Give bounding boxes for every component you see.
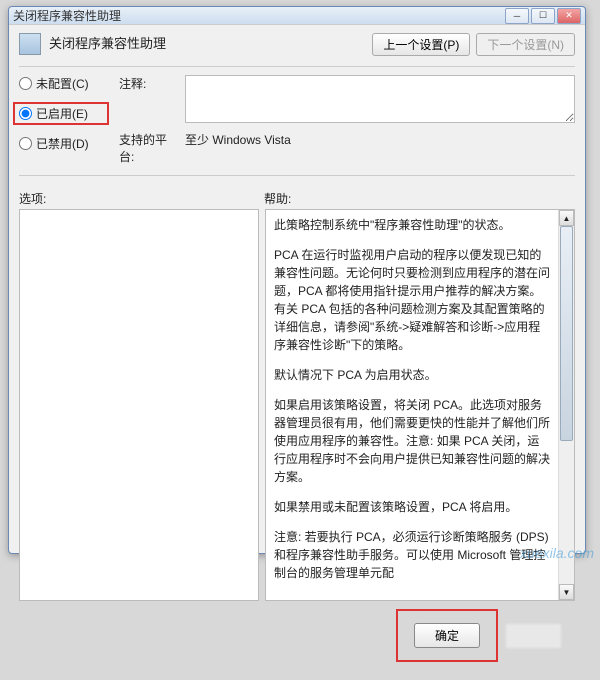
nav-buttons: 上一个设置(P) 下一个设置(N) xyxy=(372,33,575,56)
prev-setting-button[interactable]: 上一个设置(P) xyxy=(372,33,470,56)
help-p3: 默认情况下 PCA 为启用状态。 xyxy=(274,366,550,384)
help-p5: 如果禁用或未配置该策略设置，PCA 将启用。 xyxy=(274,498,550,516)
radio-not-configured-input[interactable] xyxy=(19,77,32,90)
panes: 此策略控制系统中"程序兼容性助理"的状态。 PCA 在运行时监视用户启动的程序以… xyxy=(19,209,575,601)
comment-label: 注释: xyxy=(119,75,179,92)
help-p4: 如果启用该策略设置，将关闭 PCA。此选项对服务器管理员很有用，他们需要更快的性… xyxy=(274,396,550,486)
divider xyxy=(19,175,575,176)
page-title: 关闭程序兼容性助理 xyxy=(49,33,364,52)
help-text: 此策略控制系统中"程序兼容性助理"的状态。 PCA 在运行时监视用户启动的程序以… xyxy=(266,210,558,600)
footer: 确定 xyxy=(19,601,575,672)
window-title: 关闭程序兼容性助理 xyxy=(13,7,505,24)
scroll-track[interactable] xyxy=(559,226,574,584)
help-scrollbar[interactable]: ▲ ▼ xyxy=(558,210,574,600)
help-pane: 此策略控制系统中"程序兼容性助理"的状态。 PCA 在运行时监视用户启动的程序以… xyxy=(265,209,575,601)
scroll-up-button[interactable]: ▲ xyxy=(559,210,574,226)
dialog-window: 关闭程序兼容性助理 ─ ☐ ✕ 关闭程序兼容性助理 上一个设置(P) 下一个设置… xyxy=(8,6,586,554)
radio-disabled-input[interactable] xyxy=(19,137,32,150)
platform-line: 支持的平台: 至少 Windows Vista xyxy=(119,131,575,165)
scroll-thumb[interactable] xyxy=(560,226,573,441)
platform-label: 支持的平台: xyxy=(119,131,179,165)
ok-button[interactable]: 确定 xyxy=(414,623,480,648)
watermark: xuexila.com xyxy=(520,545,594,561)
radio-enabled-label: 已启用(E) xyxy=(36,105,88,122)
scroll-down-button[interactable]: ▼ xyxy=(559,584,574,600)
comment-input[interactable] xyxy=(185,75,575,123)
options-label: 选项: xyxy=(19,190,264,207)
radio-disabled-label: 已禁用(D) xyxy=(36,135,89,152)
help-p6: 注意: 若要执行 PCA，必须运行诊断策略服务 (DPS) 和程序兼容性助手服务… xyxy=(274,528,550,582)
policy-icon xyxy=(19,33,41,55)
platform-value: 至少 Windows Vista xyxy=(185,131,575,148)
maximize-button[interactable]: ☐ xyxy=(531,8,555,24)
help-label: 帮助: xyxy=(264,190,291,207)
content-area: 关闭程序兼容性助理 上一个设置(P) 下一个设置(N) 未配置(C) 已启用(E… xyxy=(9,25,585,680)
blurred-button xyxy=(506,624,561,648)
form-right: 注释: 支持的平台: 至少 Windows Vista xyxy=(119,75,575,165)
radio-enabled-input[interactable] xyxy=(19,107,32,120)
next-setting-button: 下一个设置(N) xyxy=(476,33,575,56)
close-button[interactable]: ✕ xyxy=(557,8,581,24)
options-pane xyxy=(19,209,259,601)
comment-line: 注释: xyxy=(119,75,575,123)
state-radios: 未配置(C) 已启用(E) 已禁用(D) xyxy=(19,75,109,165)
radio-not-configured-label: 未配置(C) xyxy=(36,75,89,92)
radio-not-configured[interactable]: 未配置(C) xyxy=(19,75,109,92)
window-buttons: ─ ☐ ✕ xyxy=(505,8,581,24)
header-row: 关闭程序兼容性助理 上一个设置(P) 下一个设置(N) xyxy=(19,33,575,56)
help-p2: PCA 在运行时监视用户启动的程序以便发现已知的兼容性问题。无论何时只要检测到应… xyxy=(274,246,550,354)
help-p1: 此策略控制系统中"程序兼容性助理"的状态。 xyxy=(274,216,550,234)
pane-labels: 选项: 帮助: xyxy=(19,190,575,207)
radio-enabled[interactable]: 已启用(E) xyxy=(13,102,109,125)
titlebar[interactable]: 关闭程序兼容性助理 ─ ☐ ✕ xyxy=(9,7,585,24)
config-grid: 未配置(C) 已启用(E) 已禁用(D) 注释: 支持的平台: xyxy=(19,75,575,165)
ok-highlight: 确定 xyxy=(396,609,498,662)
minimize-button[interactable]: ─ xyxy=(505,8,529,24)
divider xyxy=(19,66,575,67)
radio-disabled[interactable]: 已禁用(D) xyxy=(19,135,109,152)
